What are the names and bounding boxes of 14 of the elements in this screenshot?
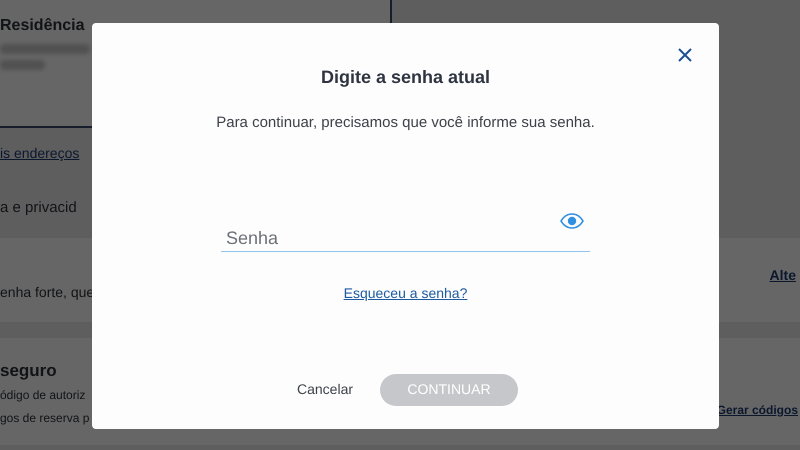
address-title: Residência xyxy=(0,16,86,36)
dialog-message: Para continuar, precisamos que você informe sua senha. xyxy=(216,113,595,133)
dialog-title: Digite a senha atual xyxy=(320,66,490,89)
addresses-link[interactable]: is endereços xyxy=(0,142,80,164)
cancel-button[interactable]: Cancelar xyxy=(292,379,358,400)
card-text: gos de reserva p xyxy=(0,410,90,426)
card-title: seguro xyxy=(0,360,58,382)
card-text: ódigo de autoriz xyxy=(0,386,86,404)
eye-icon[interactable] xyxy=(560,212,584,228)
forgot-password-link[interactable]: Esqueceu a senha? xyxy=(344,282,468,304)
password-field[interactable]: Senha xyxy=(221,218,590,252)
change-link[interactable]: Alte xyxy=(770,264,796,286)
section-heading: a e privacid xyxy=(0,198,77,218)
close-icon[interactable] xyxy=(677,47,693,63)
